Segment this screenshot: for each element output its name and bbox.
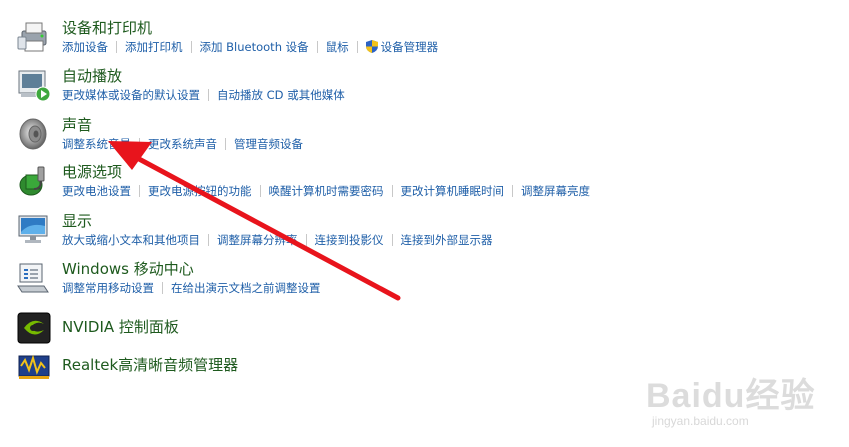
display-icon[interactable] <box>16 212 52 248</box>
link-separator <box>139 185 140 197</box>
uac-shield-icon <box>365 40 378 53</box>
link-separator <box>225 138 226 150</box>
category-link[interactable]: 自动播放 CD 或其他媒体 <box>217 88 345 102</box>
category-title[interactable]: Realtek高清晰音频管理器 <box>62 356 238 374</box>
category-title[interactable]: 自动播放 <box>62 67 122 85</box>
link-separator <box>305 234 307 246</box>
category-link[interactable]: 更改媒体或设备的默认设置 <box>62 88 200 102</box>
category-title[interactable]: 声音 <box>62 116 92 134</box>
nvidia-icon[interactable] <box>16 310 52 346</box>
category-link[interactable]: 添加打印机 <box>125 40 183 54</box>
category-title[interactable]: 设备和打印机 <box>62 19 152 37</box>
category-link[interactable]: 连接到外部显示器 <box>401 233 493 247</box>
category-link[interactable]: 在给出演示文档之前调整设置 <box>171 281 321 295</box>
link-separator <box>259 185 261 197</box>
category-title[interactable]: 显示 <box>62 212 92 230</box>
category-link[interactable]: 调整系统音量 <box>62 137 131 151</box>
category-title[interactable]: Windows 移动中心 <box>62 260 194 278</box>
category-title[interactable]: NVIDIA 控制面板 <box>62 318 179 336</box>
category-link[interactable]: 更改计算机睡眠时间 <box>401 184 505 198</box>
category-links: 调整常用移动设置 在给出演示文档之前调整设置 <box>62 280 321 296</box>
category-link[interactable]: 添加 Bluetooth 设备 <box>200 40 309 54</box>
category-link[interactable]: 鼠标 <box>326 40 349 54</box>
realtek-icon[interactable] <box>16 348 52 384</box>
category-link[interactable]: 调整常用移动设置 <box>62 281 154 295</box>
category-link[interactable]: 设备管理器 <box>381 40 439 54</box>
link-separator <box>162 282 163 294</box>
link-separator <box>356 41 358 53</box>
category-link[interactable]: 调整屏幕分辨率 <box>217 233 298 247</box>
mobility-center-icon[interactable] <box>16 260 52 296</box>
category-links: 调整系统音量 更改系统声音 管理音频设备 <box>62 136 303 152</box>
category-link[interactable]: 唤醒计算机时需要密码 <box>269 184 384 198</box>
category-link[interactable]: 放大或缩小文本和其他项目 <box>62 233 200 247</box>
watermark: Baidu经验 jingyan.baidu.com <box>646 368 836 438</box>
printer-icon[interactable] <box>16 19 52 55</box>
category-link[interactable]: 连接到投影仪 <box>315 233 384 247</box>
link-separator <box>208 89 209 101</box>
speaker-icon[interactable] <box>16 116 52 152</box>
category-links: 更改电池设置 更改电源按钮的功能 唤醒计算机时需要密码 更改计算机睡眠时间 调整屏幕亮度 <box>62 183 590 199</box>
category-links: 添加设备 添加打印机 添加 Bluetooth 设备 鼠标 设备管理器 <box>62 39 438 55</box>
link-separator <box>512 185 513 197</box>
watermark-logo: Baidu经验 <box>646 377 816 415</box>
link-separator <box>190 41 192 53</box>
category-links: 放大或缩小文本和其他项目 调整屏幕分辨率 连接到投影仪 连接到外部显示器 <box>62 232 493 248</box>
category-link[interactable]: 更改电池设置 <box>62 184 131 198</box>
category-link[interactable]: 更改系统声音 <box>148 137 217 151</box>
link-separator <box>208 234 209 246</box>
category-links: 更改媒体或设备的默认设置 自动播放 CD 或其他媒体 <box>62 87 345 103</box>
watermark-url: jingyan.baidu.com <box>652 414 749 428</box>
category-title[interactable]: 电源选项 <box>62 163 122 181</box>
link-separator <box>116 41 117 53</box>
category-link[interactable]: 添加设备 <box>62 40 108 54</box>
category-link[interactable]: 更改电源按钮的功能 <box>148 184 252 198</box>
category-link[interactable]: 管理音频设备 <box>234 137 303 151</box>
link-separator <box>316 41 318 53</box>
power-icon[interactable] <box>16 163 52 199</box>
category-link[interactable]: 调整屏幕亮度 <box>521 184 590 198</box>
link-separator <box>391 234 393 246</box>
link-separator <box>139 138 140 150</box>
link-separator <box>391 185 393 197</box>
autoplay-icon[interactable] <box>16 67 52 103</box>
